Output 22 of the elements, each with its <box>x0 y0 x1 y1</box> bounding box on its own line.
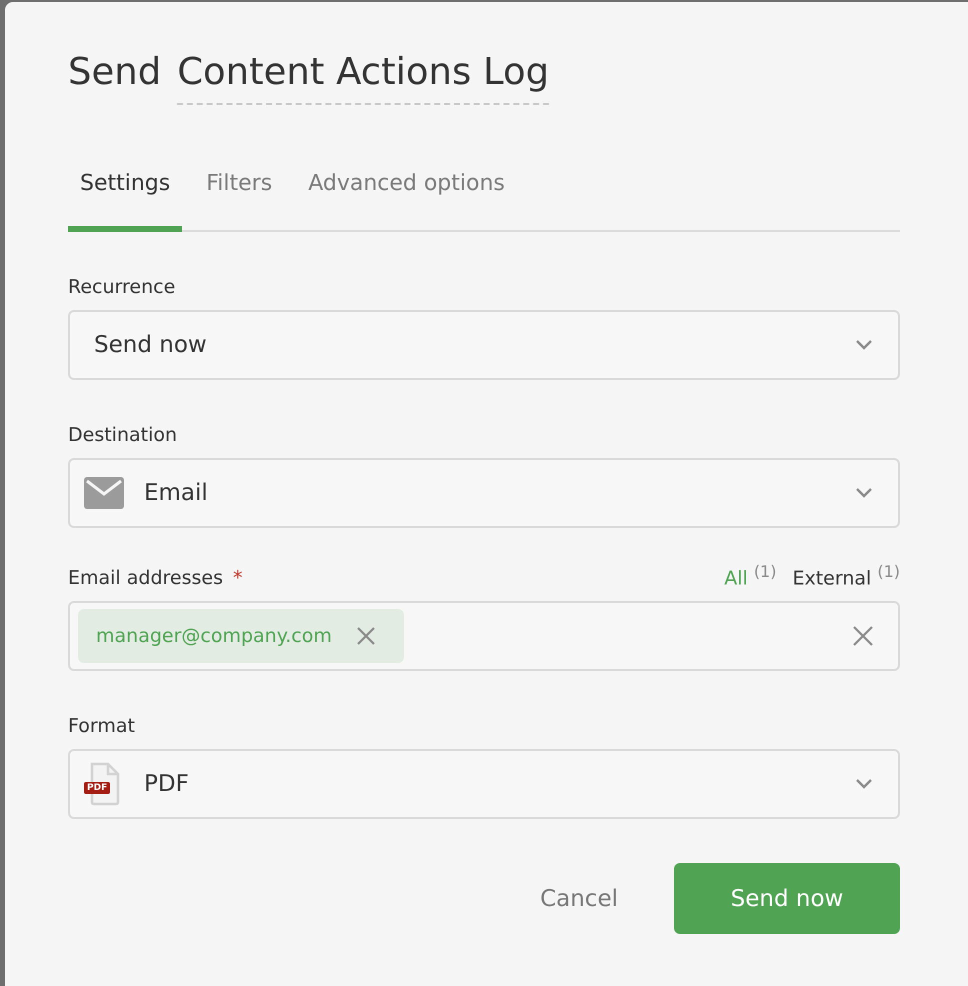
envelope-icon <box>84 477 124 509</box>
report-name[interactable]: Content Actions Log <box>177 50 550 105</box>
tab[interactable]: Advanced options <box>296 157 517 232</box>
format-dropdown[interactable]: PDF PDF <box>68 749 900 820</box>
remove-icon[interactable] <box>356 626 376 646</box>
email-address: manager@company.com <box>96 625 332 648</box>
chevron-down-icon <box>854 487 874 499</box>
chevron-down-icon <box>854 339 874 351</box>
field-label: Destination <box>68 424 178 446</box>
field-label: Format <box>68 715 136 738</box>
tab[interactable]: Settings <box>68 157 182 232</box>
field-label: Recurrence <box>68 276 176 298</box>
filter-link[interactable]: External $^{(1)}$ <box>792 562 900 590</box>
cancel-button[interactable]: Cancel <box>534 884 624 913</box>
destination-dropdown[interactable]: Email <box>68 458 900 528</box>
chevron-down-icon <box>854 778 874 790</box>
tab[interactable]: Filters <box>194 157 284 232</box>
clear-icon[interactable] <box>852 625 874 648</box>
dialog-title: Send <box>68 50 162 93</box>
field-label: Email addresses <box>68 567 223 590</box>
required-mark: * <box>233 567 243 590</box>
recurrence-dropdown[interactable]: Send now <box>68 310 900 380</box>
